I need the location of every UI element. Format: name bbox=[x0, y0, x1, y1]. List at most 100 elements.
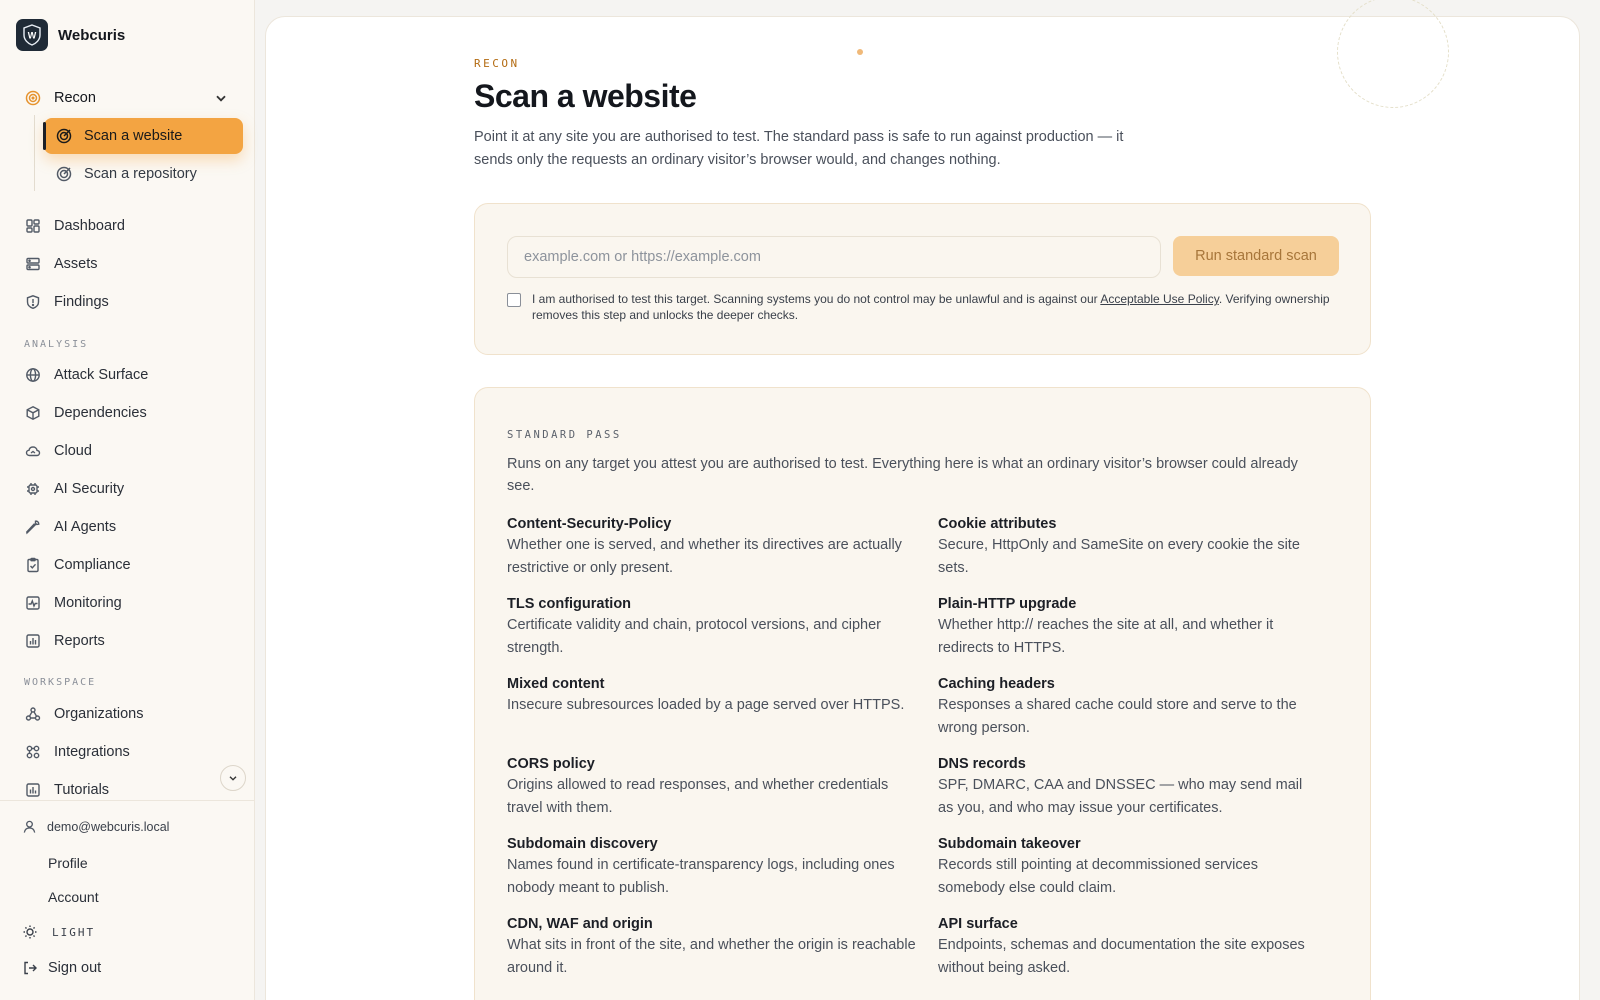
theme-toggle[interactable]: LIGHT bbox=[22, 924, 95, 940]
shield-logo-icon: W bbox=[23, 24, 41, 46]
nav-monitoring-label: Monitoring bbox=[54, 595, 122, 611]
user-email: demo@webcuris.local bbox=[47, 819, 170, 834]
check-item: Caching headers Responses a shared cache … bbox=[938, 674, 1327, 739]
nav-cloud-label: Cloud bbox=[54, 443, 92, 459]
standard-pass-label: STANDARD PASS bbox=[507, 429, 622, 441]
account-link[interactable]: Account bbox=[48, 889, 99, 905]
run-standard-scan-button[interactable]: Run standard scan bbox=[1173, 236, 1339, 276]
check-name: CDN, WAF and origin bbox=[507, 916, 653, 932]
bar-chart-icon bbox=[24, 632, 42, 650]
check-description: Whether one is served, and whether its d… bbox=[507, 537, 902, 576]
nav-assets[interactable]: Assets bbox=[16, 247, 243, 281]
target-icon bbox=[56, 128, 72, 144]
user-row: demo@webcuris.local bbox=[22, 819, 169, 834]
user-icon bbox=[23, 820, 36, 833]
check-name: Caching headers bbox=[938, 676, 1055, 692]
target-icon bbox=[56, 166, 72, 182]
check-description: Origins allowed to read responses, and w… bbox=[507, 777, 889, 816]
server-icon bbox=[24, 255, 42, 273]
nav-tutorials-label: Tutorials bbox=[54, 782, 110, 798]
chip-icon bbox=[24, 480, 42, 498]
nav-ai-security[interactable]: AI Security bbox=[16, 472, 243, 506]
decorative-dot bbox=[857, 49, 863, 55]
profile-link[interactable]: Profile bbox=[48, 855, 88, 871]
page-eyebrow: RECON bbox=[474, 57, 520, 70]
nav-scan-website-label: Scan a website bbox=[84, 128, 183, 144]
check-name: Mixed content bbox=[507, 676, 605, 692]
check-name: Subdomain takeover bbox=[938, 836, 1081, 852]
dashboard-icon bbox=[24, 217, 42, 235]
check-name: Plain-HTTP upgrade bbox=[938, 596, 1077, 612]
integrations-icon bbox=[24, 743, 42, 761]
nav-findings-label: Findings bbox=[54, 294, 109, 310]
page-title: Scan a website bbox=[474, 78, 697, 114]
authorisation-text: I am authorised to test this target. Sca… bbox=[532, 291, 1332, 323]
nav-dashboard-label: Dashboard bbox=[54, 218, 125, 234]
check-description: Secure, HttpOnly and SameSite on every c… bbox=[938, 537, 1300, 576]
nav-dashboard[interactable]: Dashboard bbox=[16, 209, 243, 243]
check-item: Plain-HTTP upgrade Whether http:// reache… bbox=[938, 594, 1327, 659]
brand-logo: W bbox=[16, 19, 48, 51]
nav-ai-security-label: AI Security bbox=[54, 481, 125, 497]
check-item: TLS configuration Certificate validity an… bbox=[507, 594, 938, 659]
nav-compliance-label: Compliance bbox=[54, 557, 131, 573]
check-name: Cookie attributes bbox=[938, 516, 1057, 532]
check-description: Names found in certificate-transparency … bbox=[507, 857, 895, 896]
nav-assets-label: Assets bbox=[54, 256, 98, 272]
sign-out-button[interactable]: Sign out bbox=[22, 960, 101, 976]
check-item: Mixed content Insecure subresources loade… bbox=[507, 674, 938, 739]
section-label-workspace: WORKSPACE bbox=[24, 677, 97, 688]
sign-out-label: Sign out bbox=[48, 960, 102, 976]
nav-organizations-label: Organizations bbox=[54, 706, 144, 722]
nav-scan-repository[interactable]: Scan a repository bbox=[44, 156, 243, 192]
nav-findings[interactable]: Findings bbox=[16, 285, 243, 319]
org-icon bbox=[24, 705, 42, 723]
svg-text:W: W bbox=[28, 31, 37, 41]
cloud-icon bbox=[24, 442, 42, 460]
nav-organizations[interactable]: Organizations bbox=[16, 697, 243, 731]
nav-attack-surface-label: Attack Surface bbox=[54, 367, 149, 383]
check-description: SPF, DMARC, CAA and DNSSEC — who may sen… bbox=[938, 777, 1303, 816]
nav-ai-agents[interactable]: AI Agents bbox=[16, 510, 243, 544]
nav-cloud[interactable]: Cloud bbox=[16, 434, 243, 468]
nav-dependencies[interactable]: Dependencies bbox=[16, 396, 243, 430]
check-item: API surface Endpoints, schemas and docume… bbox=[938, 914, 1327, 979]
nav-attack-surface[interactable]: Attack Surface bbox=[16, 358, 243, 392]
check-name: API surface bbox=[938, 916, 1018, 932]
nav-integrations[interactable]: Integrations bbox=[16, 735, 243, 769]
nav-recon-label: Recon bbox=[54, 90, 96, 106]
submenu-guide-line bbox=[34, 115, 35, 191]
package-icon bbox=[24, 404, 42, 422]
check-item: Subdomain discovery Names found in certif… bbox=[507, 834, 938, 899]
globe-icon bbox=[24, 366, 42, 384]
scan-form-card: Run standard scan I am authorised to tes… bbox=[474, 203, 1371, 355]
check-description: Whether http:// reaches the site at all,… bbox=[938, 617, 1274, 656]
activity-icon bbox=[24, 594, 42, 612]
nav-reports[interactable]: Reports bbox=[16, 624, 243, 658]
nav-ai-agents-label: AI Agents bbox=[54, 519, 117, 535]
nav-compliance[interactable]: Compliance bbox=[16, 548, 243, 582]
authorisation-checkbox[interactable] bbox=[507, 293, 521, 307]
standard-pass-description: Runs on any target you attest you are au… bbox=[507, 456, 1298, 494]
clipboard-icon bbox=[24, 556, 42, 574]
shield-icon bbox=[24, 293, 42, 311]
acceptable-use-policy-link[interactable]: Acceptable Use Policy bbox=[1100, 292, 1219, 306]
nav-scan-website[interactable]: Scan a website bbox=[43, 118, 243, 154]
chevron-down-icon[interactable] bbox=[213, 90, 227, 104]
standard-pass-card: STANDARD PASS Runs on any target you att… bbox=[474, 387, 1371, 1000]
nav-recon[interactable]: Recon bbox=[16, 81, 243, 115]
check-name: TLS configuration bbox=[507, 596, 632, 612]
checks-grid: Content-Security-Policy Whether one is se… bbox=[507, 514, 1327, 979]
check-name: DNS records bbox=[938, 756, 1026, 772]
brand[interactable]: W Webcuris bbox=[16, 19, 125, 51]
nav-monitoring[interactable]: Monitoring bbox=[16, 586, 243, 620]
check-name: Subdomain discovery bbox=[507, 836, 658, 852]
check-item: CORS policy Origins allowed to read respo… bbox=[507, 754, 938, 819]
check-name: Content-Security-Policy bbox=[507, 516, 672, 532]
sidebar-scroll-down-button[interactable] bbox=[220, 765, 246, 791]
check-item: Subdomain takeover Records still pointing… bbox=[938, 834, 1327, 899]
check-description: Responses a shared cache could store and… bbox=[938, 697, 1297, 736]
tutorials-icon bbox=[24, 781, 42, 799]
sign-out-icon bbox=[24, 961, 37, 975]
target-url-input[interactable] bbox=[507, 236, 1161, 278]
